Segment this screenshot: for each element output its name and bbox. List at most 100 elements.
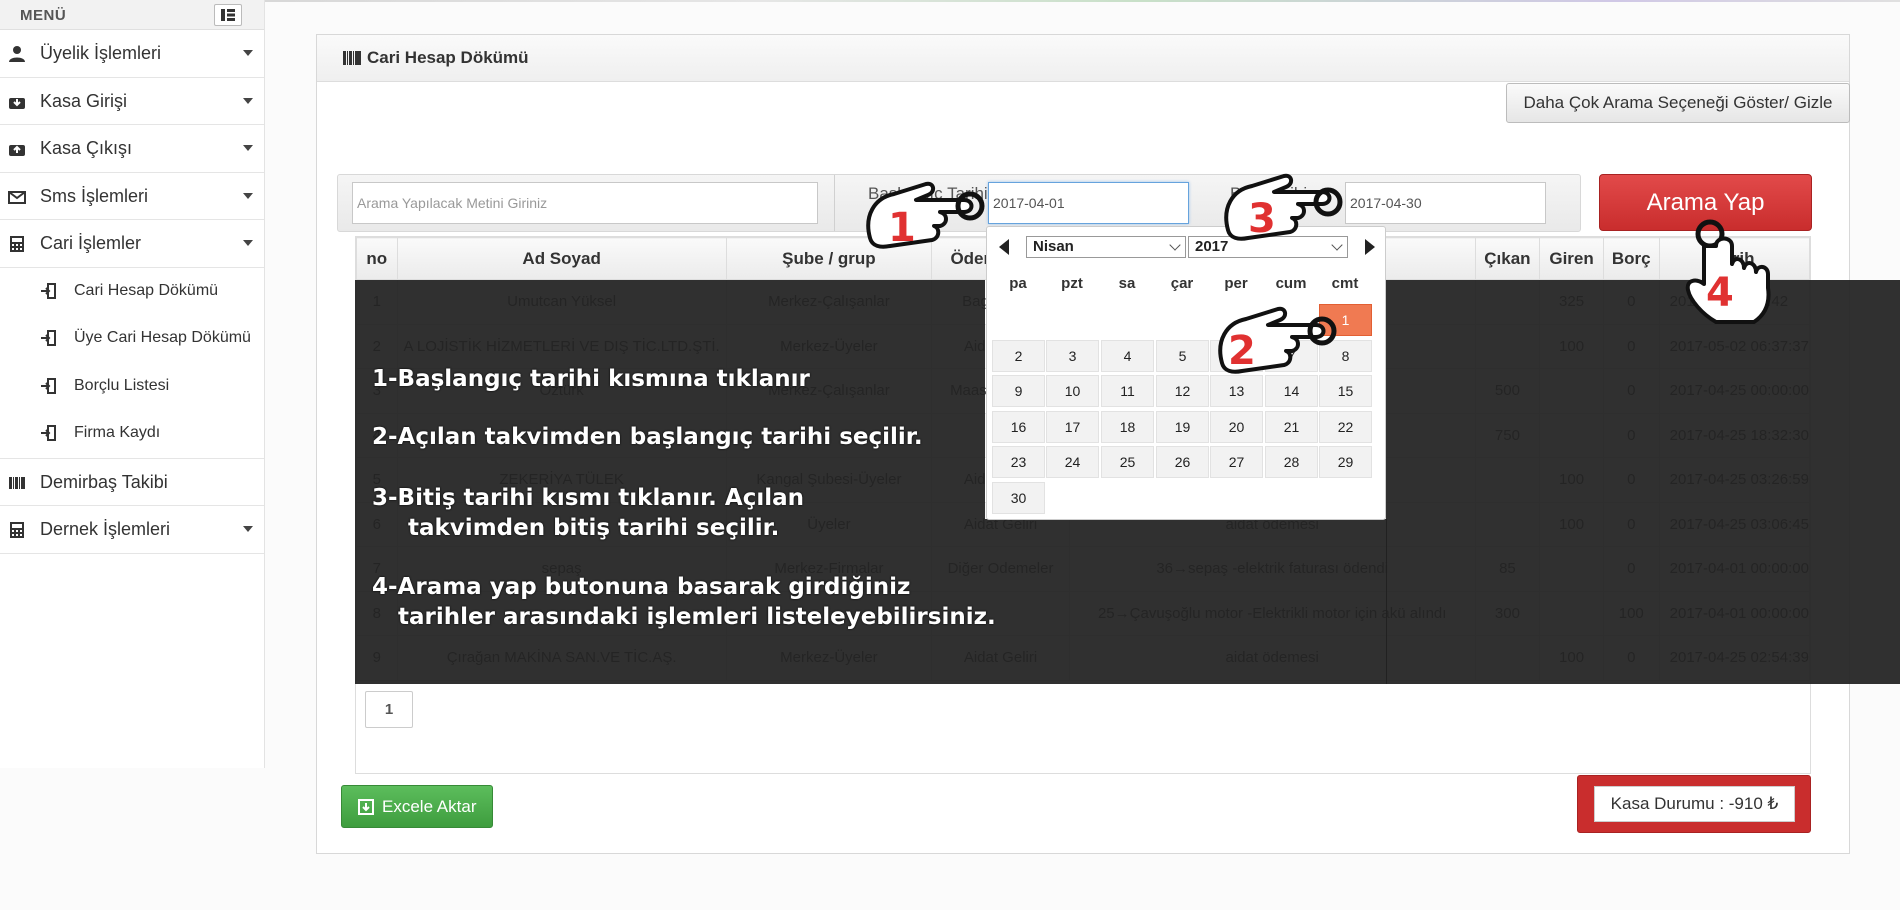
calendar-day[interactable]: 23 xyxy=(992,446,1045,478)
page-title: Cari Hesap Dökümü xyxy=(367,48,529,67)
callout-number-1: 1 xyxy=(888,205,916,251)
sign-in-icon xyxy=(41,425,56,441)
calculator-icon xyxy=(10,236,24,252)
pointing-hand-icon xyxy=(1224,173,1343,241)
excel-export-label: Excele Aktar xyxy=(382,797,477,816)
column-header[interactable]: Çıkan xyxy=(1474,237,1541,280)
sidebar-header: MENÜ xyxy=(0,0,264,30)
calendar-day[interactable]: 22 xyxy=(1319,410,1372,443)
sidebar-item-cari[interactable]: Cari İşlemler xyxy=(0,220,264,268)
sidebar-item-label: Kasa Çıkışı xyxy=(40,138,133,158)
sidebar-subitem-cari-hesap[interactable]: Cari Hesap Dökümü xyxy=(0,268,264,316)
chevron-down-icon xyxy=(243,145,253,151)
sidebar-title: MENÜ xyxy=(20,7,67,24)
sidebar-item-dernek[interactable]: Dernek İşlemleri xyxy=(0,506,264,554)
divider xyxy=(834,175,835,231)
pagination-page-1[interactable]: 1 xyxy=(365,691,413,728)
sidebar-item-label: Dernek İşlemleri xyxy=(40,519,171,539)
weekday-header: cmt xyxy=(1331,275,1359,292)
kasa-status-box: Kasa Durumu : -910 ₺ xyxy=(1577,775,1811,833)
sidebar-item-kasa-cikisi[interactable]: Kasa Çıkışı xyxy=(0,125,264,173)
calendar-day[interactable]: 2 xyxy=(992,339,1045,372)
instruction-step-1: 1-Başlangıç tarihi kısmına tıklanır xyxy=(372,366,810,392)
sidebar-toggle-button[interactable] xyxy=(214,4,242,26)
excel-export-button[interactable]: Excele Aktar xyxy=(341,785,493,828)
inbox-up-icon xyxy=(9,145,25,156)
column-header[interactable]: no xyxy=(356,237,398,280)
user-icon xyxy=(9,46,25,62)
chevron-down-icon xyxy=(243,192,253,199)
calendar-day[interactable]: 17 xyxy=(1046,410,1099,443)
calculator-icon xyxy=(10,522,24,538)
instruction-step-4-line-1: 4-Arama yap butonuna basarak girdiğiniz xyxy=(372,574,911,600)
calendar-day[interactable]: 20 xyxy=(1210,410,1263,443)
sidebar-item-label: Demirbaş Takibi xyxy=(40,471,168,492)
sidebar-subitem-firma[interactable]: Firma Kaydı xyxy=(0,410,264,458)
sidebar-item-kasa-girisi[interactable]: Kasa Girişi xyxy=(0,78,264,125)
calendar-day[interactable]: 25 xyxy=(1101,446,1154,478)
pointing-hand-icon xyxy=(866,181,985,249)
calendar-day[interactable]: 9 xyxy=(992,375,1045,407)
sign-in-icon xyxy=(41,330,56,346)
sidebar-item-label: Cari İşlemler xyxy=(40,233,142,253)
sidebar-item-label: Sms İşlemleri xyxy=(40,185,149,206)
page-root: MENÜ Üyelik İşlemleri Kasa Girişi Kasa Ç… xyxy=(0,0,1900,910)
sidebar: MENÜ Üyelik İşlemleri Kasa Girişi Kasa Ç… xyxy=(0,0,265,768)
panel-header: Cari Hesap Dökümü xyxy=(317,35,1849,82)
chevron-down-icon xyxy=(243,526,253,532)
calendar-day[interactable]: 19 xyxy=(1156,410,1209,443)
sidebar-item-uyelik[interactable]: Üyelik İşlemleri xyxy=(0,30,264,78)
calendar-day[interactable]: 24 xyxy=(1046,446,1099,478)
weekday-header: çar xyxy=(1170,275,1194,292)
callout-number-3: 3 xyxy=(1248,196,1276,242)
tutorial-overlay-bottom xyxy=(985,519,1387,684)
calendar-day[interactable]: 27 xyxy=(1210,446,1263,478)
calendar-day[interactable]: 30 xyxy=(992,481,1045,514)
tutorial-overlay-right xyxy=(1386,280,1900,684)
sidebar-subitem-uye-cari[interactable]: Üye Cari Hesap Dökümü xyxy=(0,315,264,363)
weekday-header: pzt xyxy=(1061,275,1083,292)
month-select[interactable]: Nisan xyxy=(1026,236,1186,258)
instruction-step-4-line-2: tarihler arasındaki işlemleri listeleyeb… xyxy=(398,604,996,630)
sidebar-subitem-label: Üye Cari Hesap Dökümü xyxy=(74,329,251,346)
chevron-down-icon xyxy=(243,50,253,56)
calendar-day[interactable]: 10 xyxy=(1046,375,1099,407)
more-search-options-button[interactable]: Daha Çok Arama Seçeneği Göster/ Gizle xyxy=(1506,83,1850,123)
calendar-day[interactable]: 5 xyxy=(1156,339,1209,372)
prev-month-icon[interactable] xyxy=(999,239,1009,255)
column-header[interactable]: Giren xyxy=(1539,237,1604,280)
calendar-day[interactable]: 18 xyxy=(1101,410,1154,443)
callout-number-2: 2 xyxy=(1228,328,1256,374)
calendar-day[interactable]: 16 xyxy=(992,410,1045,443)
calendar-day[interactable]: 26 xyxy=(1156,446,1209,478)
end-date-input[interactable]: 2017-04-30 xyxy=(1345,182,1546,224)
calendar-day[interactable]: 11 xyxy=(1101,375,1154,407)
weekday-header: pa xyxy=(1009,275,1027,292)
sidebar-subitem-borclu[interactable]: Borçlu Listesi xyxy=(0,363,264,411)
envelope-icon xyxy=(8,190,26,204)
column-header[interactable]: Ad Soyad xyxy=(396,237,727,280)
instruction-step-3-line-1: 3-Bitiş tarihi kısmı tıklanır. Açılan xyxy=(372,485,805,511)
chevron-down-icon xyxy=(1169,239,1181,251)
weekday-header: per xyxy=(1224,275,1248,292)
calendar-day[interactable]: 12 xyxy=(1156,375,1209,407)
month-select-value: Nisan xyxy=(1033,238,1074,255)
sidebar-subitem-label: Borçlu Listesi xyxy=(74,376,170,394)
calendar-day[interactable]: 21 xyxy=(1265,410,1318,443)
callout-number-4: 4 xyxy=(1706,270,1734,316)
sidebar-subgroup-cari: Cari Hesap Dökümü Üye Cari Hesap Dökümü … xyxy=(0,268,264,459)
column-header[interactable]: Borç xyxy=(1602,237,1660,280)
calendar-day[interactable]: 3 xyxy=(1046,339,1099,372)
download-icon xyxy=(358,799,374,815)
sidebar-item-sms[interactable]: Sms İşlemleri xyxy=(0,173,264,220)
calendar-day[interactable]: 29 xyxy=(1319,446,1372,478)
calendar-day[interactable]: 28 xyxy=(1265,446,1318,478)
chevron-down-icon xyxy=(243,240,253,246)
search-text-input[interactable]: Arama Yapılacak Metini Giriniz xyxy=(352,182,818,224)
sidebar-item-demirbas[interactable]: Demirbaş Takibi xyxy=(0,459,264,506)
start-date-input[interactable]: 2017-04-01 xyxy=(988,182,1189,224)
layout-icon xyxy=(221,9,235,21)
next-month-icon[interactable] xyxy=(1365,239,1375,255)
sign-in-icon xyxy=(41,282,56,299)
calendar-day[interactable]: 4 xyxy=(1101,339,1154,372)
